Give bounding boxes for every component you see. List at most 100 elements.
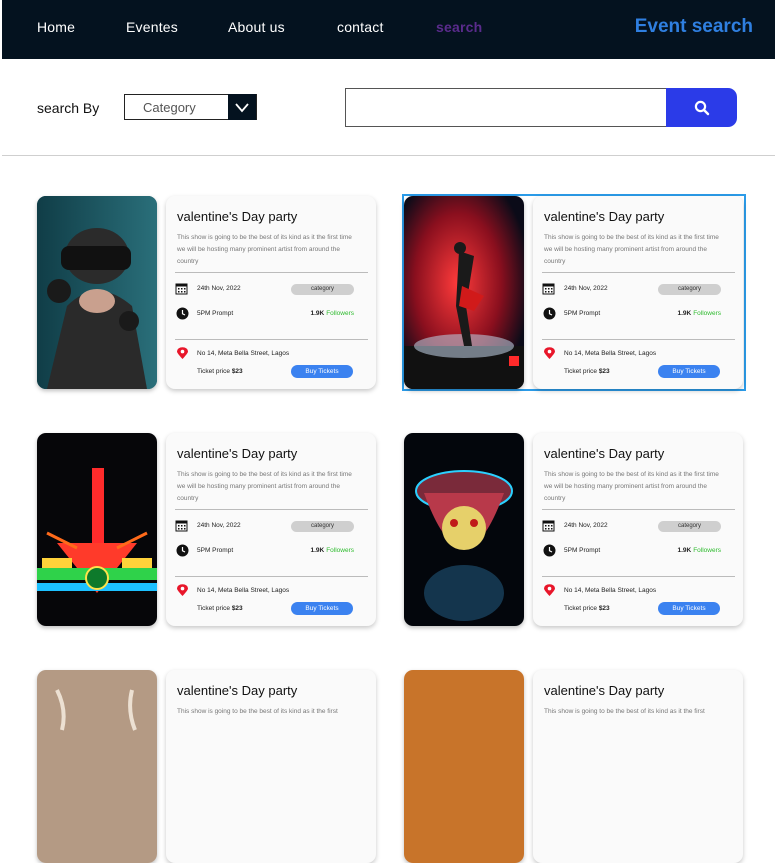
clock-icon bbox=[176, 544, 189, 557]
event-description: This show is going to be the best of its… bbox=[177, 234, 352, 265]
search-input[interactable] bbox=[345, 88, 667, 127]
info-divider bbox=[175, 509, 368, 510]
category-select[interactable]: Category bbox=[124, 94, 257, 120]
event-image[interactable] bbox=[37, 433, 157, 626]
ticket-price: Ticket price $23 bbox=[197, 368, 243, 375]
nav-search-link[interactable]: search bbox=[436, 19, 482, 35]
event-description: This show is going to be the best of its… bbox=[544, 471, 719, 502]
event-time: 5PM Prompt bbox=[197, 310, 234, 317]
event-card[interactable]: valentine's Day party This show is going … bbox=[402, 194, 746, 391]
event-title[interactable]: valentine's Day party bbox=[544, 683, 664, 698]
clock-icon bbox=[176, 307, 189, 320]
info-divider bbox=[542, 339, 735, 340]
info-divider bbox=[542, 272, 735, 273]
event-time: 5PM Prompt bbox=[564, 547, 601, 554]
followers-number: 1.9K bbox=[310, 547, 325, 554]
clock-icon bbox=[543, 307, 556, 320]
event-address: No 14, Meta Bella Street, Lagos bbox=[197, 350, 290, 357]
event-address: No 14, Meta Bella Street, Lagos bbox=[197, 587, 290, 594]
event-image[interactable] bbox=[404, 433, 524, 626]
ticket-price-label: Ticket price bbox=[197, 368, 230, 375]
event-image[interactable] bbox=[37, 196, 157, 389]
buy-tickets-button[interactable]: Buy Tickets bbox=[291, 365, 353, 378]
category-badge[interactable]: category bbox=[291, 284, 354, 295]
event-title[interactable]: valentine's Day party bbox=[177, 683, 297, 698]
event-description: This show is going to be the best of its… bbox=[177, 708, 338, 715]
buy-tickets-button[interactable]: Buy Tickets bbox=[658, 365, 720, 378]
ticket-price-label: Ticket price bbox=[564, 605, 597, 612]
ticket-price-value: $23 bbox=[598, 368, 610, 375]
event-info-panel: valentine's Day party This show is going … bbox=[533, 670, 743, 863]
search-icon bbox=[694, 100, 710, 116]
event-image[interactable] bbox=[404, 196, 524, 389]
event-time: 5PM Prompt bbox=[197, 547, 234, 554]
category-select-value: Category bbox=[143, 100, 196, 115]
event-address: No 14, Meta Bella Street, Lagos bbox=[564, 350, 657, 357]
event-info-panel: valentine's Day party This show is going … bbox=[166, 196, 376, 389]
search-filter-bar: search By Category bbox=[0, 86, 775, 131]
category-badge[interactable]: category bbox=[291, 521, 354, 532]
info-divider bbox=[542, 576, 735, 577]
ticket-price-label: Ticket price bbox=[564, 368, 597, 375]
event-date: 24th Nov, 2022 bbox=[197, 522, 241, 529]
category-badge[interactable]: category bbox=[658, 284, 721, 295]
event-date: 24th Nov, 2022 bbox=[197, 285, 241, 292]
event-card[interactable]: valentine's Day party This show is going … bbox=[37, 670, 377, 863]
search-by-label: search By bbox=[37, 100, 100, 116]
event-date: 24th Nov, 2022 bbox=[564, 522, 608, 529]
event-title[interactable]: valentine's Day party bbox=[177, 209, 297, 224]
section-divider bbox=[2, 155, 775, 156]
calendar-icon bbox=[542, 520, 555, 532]
ticket-price-value: $23 bbox=[231, 368, 243, 375]
nav-events-link[interactable]: Eventes bbox=[126, 19, 178, 35]
info-divider bbox=[542, 509, 735, 510]
event-description: This show is going to be the best of its… bbox=[544, 234, 719, 265]
event-title[interactable]: valentine's Day party bbox=[177, 446, 297, 461]
event-image[interactable] bbox=[37, 670, 157, 863]
location-pin-icon bbox=[177, 584, 188, 596]
top-navbar: Home Eventes About us contact search Eve… bbox=[2, 0, 775, 59]
event-date: 24th Nov, 2022 bbox=[564, 285, 608, 292]
ticket-price-label: Ticket price bbox=[197, 605, 230, 612]
event-card[interactable]: valentine's Day party This show is going … bbox=[37, 433, 377, 626]
event-description: This show is going to be the best of its… bbox=[177, 471, 352, 502]
brand-title: Event search bbox=[634, 16, 753, 37]
event-image[interactable] bbox=[404, 670, 524, 863]
calendar-icon bbox=[175, 520, 188, 532]
followers-label: Followers bbox=[693, 547, 721, 554]
buy-tickets-button[interactable]: Buy Tickets bbox=[658, 602, 720, 615]
followers-count: 1.9K Followers bbox=[677, 547, 721, 554]
nav-about-link[interactable]: About us bbox=[228, 19, 285, 35]
location-pin-icon bbox=[544, 347, 555, 359]
event-info-panel: valentine's Day party This show is going … bbox=[166, 433, 376, 626]
chevron-down-icon[interactable] bbox=[228, 94, 256, 120]
ticket-price: Ticket price $23 bbox=[564, 605, 610, 612]
event-title[interactable]: valentine's Day party bbox=[544, 446, 664, 461]
calendar-icon bbox=[542, 283, 555, 295]
event-address: No 14, Meta Bella Street, Lagos bbox=[564, 587, 657, 594]
search-button[interactable] bbox=[666, 88, 737, 127]
info-divider bbox=[175, 272, 368, 273]
followers-number: 1.9K bbox=[677, 547, 692, 554]
event-info-panel: valentine's Day party This show is going … bbox=[533, 196, 743, 389]
event-description: This show is going to be the best of its… bbox=[544, 708, 705, 715]
ticket-price: Ticket price $23 bbox=[197, 605, 243, 612]
nav-home-link[interactable]: Home bbox=[37, 19, 75, 35]
calendar-icon bbox=[175, 283, 188, 295]
info-divider bbox=[175, 339, 368, 340]
buy-tickets-button[interactable]: Buy Tickets bbox=[291, 602, 353, 615]
followers-label: Followers bbox=[326, 310, 354, 317]
event-title[interactable]: valentine's Day party bbox=[544, 209, 664, 224]
category-badge[interactable]: category bbox=[658, 521, 721, 532]
event-card[interactable]: valentine's Day party This show is going … bbox=[37, 196, 377, 389]
event-card[interactable]: valentine's Day party This show is going … bbox=[404, 433, 744, 626]
followers-label: Followers bbox=[326, 547, 354, 554]
ticket-price-value: $23 bbox=[231, 605, 243, 612]
event-info-panel: valentine's Day party This show is going … bbox=[166, 670, 376, 863]
info-divider bbox=[175, 576, 368, 577]
location-pin-icon bbox=[177, 347, 188, 359]
nav-contact-link[interactable]: contact bbox=[337, 19, 384, 35]
followers-count: 1.9K Followers bbox=[677, 310, 721, 317]
event-card[interactable]: valentine's Day party This show is going … bbox=[404, 670, 744, 863]
location-pin-icon bbox=[544, 584, 555, 596]
